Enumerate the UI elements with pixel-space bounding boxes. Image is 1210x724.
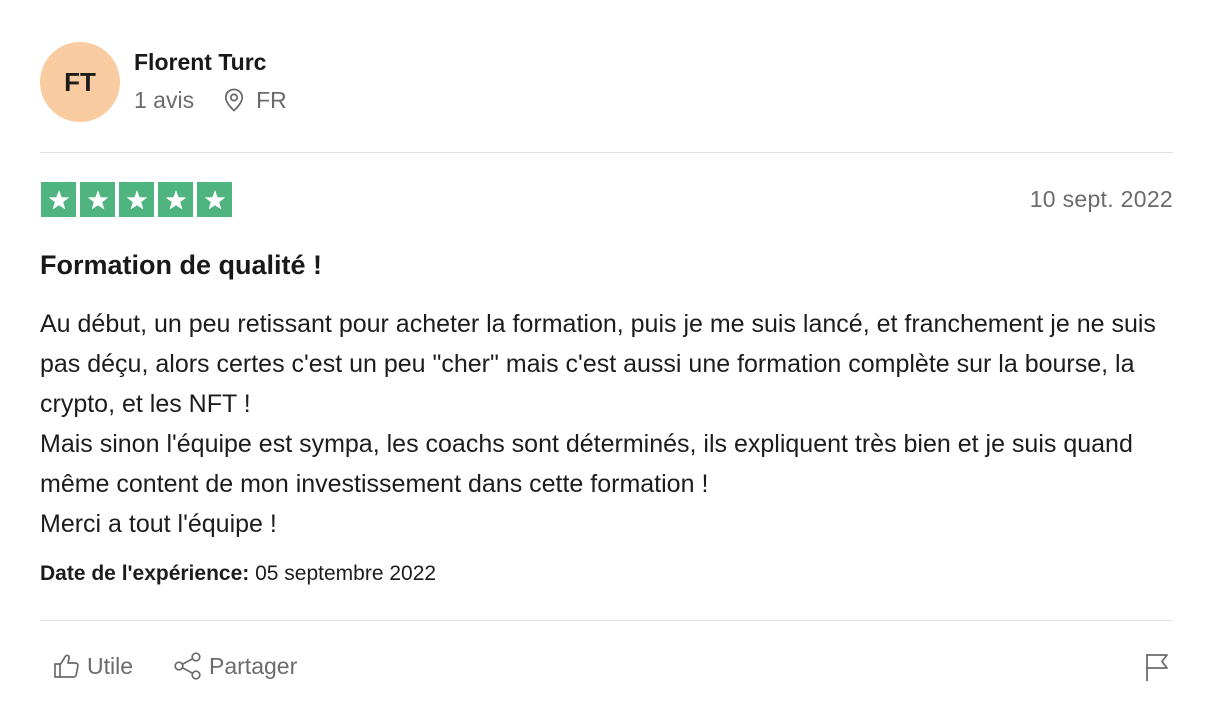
experience-date: Date de l'expérience: 05 septembre 2022 xyxy=(40,562,436,586)
useful-button[interactable]: Utile xyxy=(53,653,133,680)
reviewer-location: FR xyxy=(224,86,287,114)
reviewer-header: FT Florent Turc 1 avis FR xyxy=(40,42,287,122)
location-pin-icon xyxy=(224,88,244,112)
star-icon xyxy=(41,182,76,217)
experience-value: 05 septembre 2022 xyxy=(255,562,437,585)
useful-label: Utile xyxy=(87,652,134,679)
review-title[interactable]: Formation de qualité ! xyxy=(40,250,322,281)
review-actions: Utile Partager xyxy=(53,652,297,680)
experience-label: Date de l'expérience: xyxy=(40,562,250,585)
review-card: FT Florent Turc 1 avis FR 10 sept. 2022 … xyxy=(0,0,1210,724)
share-button[interactable]: Partager xyxy=(173,652,297,680)
reviews-count: 1 avis xyxy=(134,87,195,113)
review-date: 10 sept. 2022 xyxy=(1029,186,1173,212)
flag-icon xyxy=(1146,654,1168,681)
star-rating xyxy=(41,182,236,217)
review-paragraph: Mais sinon l'équipe est sympa, les coach… xyxy=(40,430,1133,498)
star-icon xyxy=(197,182,232,217)
share-icon xyxy=(174,652,201,680)
reviewer-info: Florent Turc 1 avis FR xyxy=(134,48,287,114)
star-icon xyxy=(80,182,115,217)
star-icon xyxy=(119,182,154,217)
review-paragraph: Merci a tout l'équipe ! xyxy=(40,510,277,538)
review-body: Au début, un peu retissant pour acheter … xyxy=(40,304,1180,544)
avatar[interactable]: FT xyxy=(40,42,120,122)
share-label: Partager xyxy=(209,652,298,679)
report-button[interactable] xyxy=(1144,652,1170,687)
reviewer-country: FR xyxy=(256,87,287,113)
header-divider xyxy=(40,152,1173,153)
review-paragraph: Au début, un peu retissant pour acheter … xyxy=(40,310,1156,418)
reviewer-meta: 1 avis FR xyxy=(134,86,287,114)
avatar-initials: FT xyxy=(64,66,96,97)
star-icon xyxy=(158,182,193,217)
footer-divider xyxy=(40,620,1173,621)
thumbs-up-icon xyxy=(54,654,79,678)
reviewer-name[interactable]: Florent Turc xyxy=(134,48,287,76)
